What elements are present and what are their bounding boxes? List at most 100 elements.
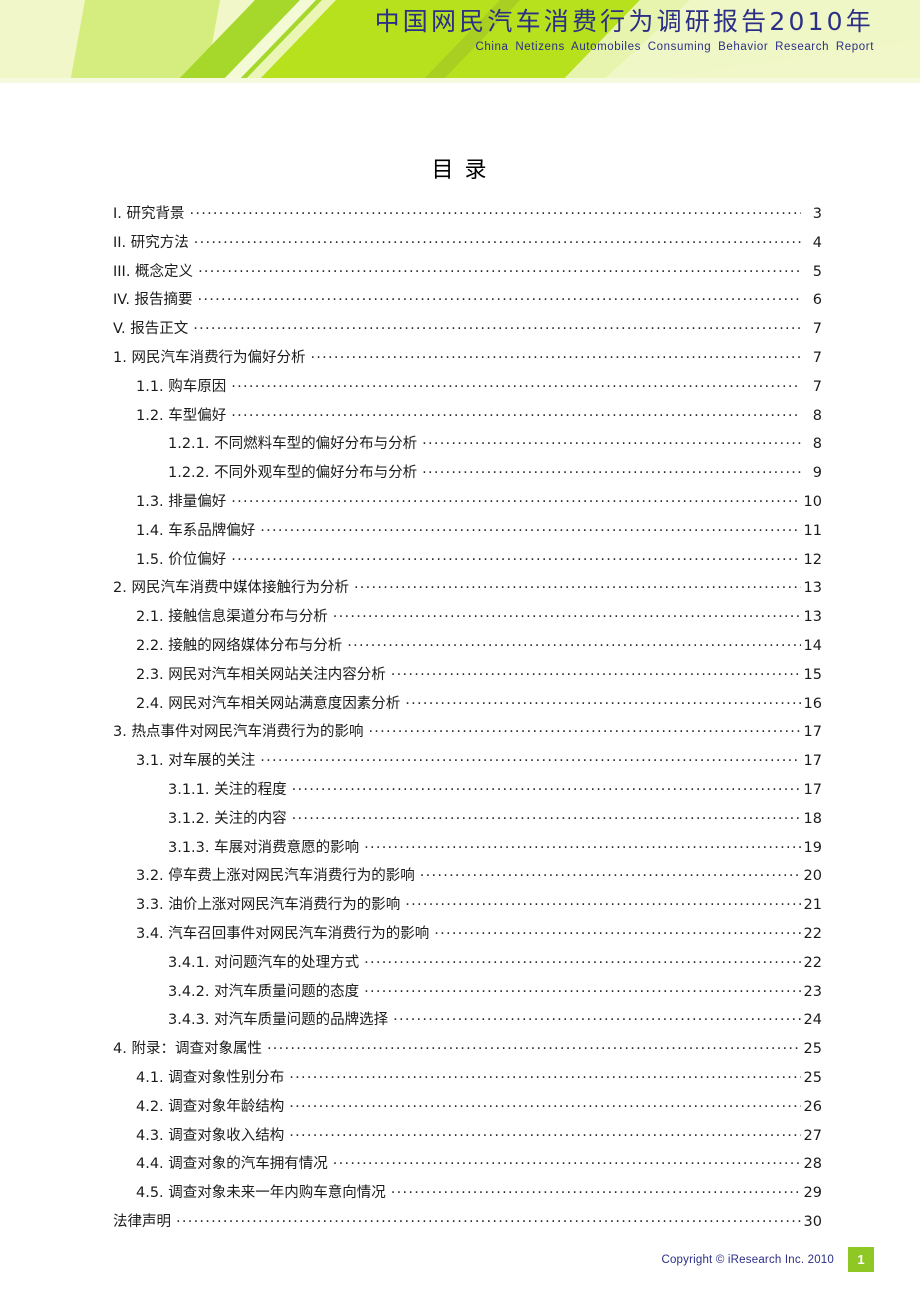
- toc-entry-page-number: 28: [803, 1156, 822, 1173]
- toc-entry[interactable]: III. 概念定义 5: [0, 260, 920, 289]
- toc-dot-leader: [176, 1211, 801, 1226]
- toc-entry-page-number: 24: [803, 1012, 822, 1029]
- toc-entry-page-number: 14: [803, 637, 822, 654]
- toc-entry[interactable]: 1. 网民汽车消费行为偏好分析 7: [0, 346, 920, 375]
- toc-entry-page-number: 25: [803, 1069, 822, 1086]
- toc-entry[interactable]: 1.1. 购车原因 7: [0, 375, 920, 404]
- toc-dot-leader: [289, 1096, 801, 1111]
- toc-dot-leader: [364, 837, 801, 852]
- toc-entry-label: 3.1. 对车展的关注: [136, 753, 256, 770]
- toc-entry-page-number: 5: [812, 263, 822, 280]
- toc-entry[interactable]: 2.2. 接触的网络媒体分布与分析 14: [0, 634, 920, 663]
- toc-entry-label: 2.1. 接触信息渠道分布与分析: [136, 609, 328, 626]
- toc-dot-leader: [194, 232, 801, 247]
- toc-entry[interactable]: 4.1. 调查对象性别分布 25: [0, 1066, 920, 1095]
- toc-entry-page-number: 13: [803, 609, 822, 626]
- toc-entry[interactable]: IV. 报告摘要 6: [0, 288, 920, 317]
- toc-entry[interactable]: 3. 热点事件对网民汽车消费行为的影响 17: [0, 720, 920, 749]
- toc-entry-page-number: 23: [803, 983, 822, 1000]
- toc-entry[interactable]: II. 研究方法 4: [0, 231, 920, 260]
- toc-entry[interactable]: 1.3. 排量偏好 10: [0, 490, 920, 519]
- toc-entry[interactable]: 3.4.3. 对汽车质量问题的品牌选择 24: [0, 1008, 920, 1037]
- toc-entry[interactable]: 3.1.1. 关注的程度 17: [0, 778, 920, 807]
- toc-entry[interactable]: 3.3. 油价上涨对网民汽车消费行为的影响 21: [0, 893, 920, 922]
- toc-entry-page-number: 15: [803, 666, 822, 683]
- table-of-contents: I. 研究背景 3 II. 研究方法 4 III. 概念定义 5 IV. 报告摘要 6 V. 报…: [0, 202, 920, 1239]
- toc-dot-leader: [198, 261, 801, 276]
- toc-entry-label: 3. 热点事件对网民汽车消费行为的影响: [113, 724, 364, 741]
- toc-entry-label: 3.2. 停车费上涨对网民汽车消费行为的影响: [136, 868, 415, 885]
- toc-entry[interactable]: 3.4.1. 对问题汽车的处理方式 22: [0, 951, 920, 980]
- toc-entry[interactable]: V. 报告正文 7: [0, 317, 920, 346]
- toc-entry-page-number: 16: [803, 695, 822, 712]
- report-title-chinese: 中国网民汽车消费行为调研报告2010年: [374, 7, 874, 36]
- toc-dot-leader: [231, 491, 801, 506]
- toc-entry[interactable]: 2.4. 网民对汽车相关网站满意度因素分析 16: [0, 692, 920, 721]
- page-title: 目 录: [431, 158, 489, 183]
- toc-entry-label: 4.5. 调查对象未来一年内购车意向情况: [136, 1185, 386, 1202]
- toc-entry-label: 3.3. 油价上涨对网民汽车消费行为的影响: [136, 897, 401, 914]
- page-number-badge: 1: [848, 1247, 874, 1272]
- toc-entry[interactable]: 1.5. 价位偏好 12: [0, 548, 920, 577]
- toc-entry[interactable]: 1.4. 车系品牌偏好 11: [0, 519, 920, 548]
- toc-entry-page-number: 10: [803, 493, 822, 510]
- toc-entry[interactable]: 3.4. 汽车召回事件对网民汽车消费行为的影响 22: [0, 922, 920, 951]
- toc-entry-page-number: 12: [803, 551, 822, 568]
- toc-entry-label: 3.4.1. 对问题汽车的处理方式: [168, 954, 360, 971]
- toc-entry[interactable]: 2.3. 网民对汽车相关网站关注内容分析 15: [0, 663, 920, 692]
- toc-entry[interactable]: 3.1.2. 关注的内容 18: [0, 807, 920, 836]
- toc-entry-page-number: 3: [812, 206, 822, 222]
- toc-entry[interactable]: 4.4. 调查对象的汽车拥有情况 28: [0, 1152, 920, 1181]
- toc-entry-page-number: 17: [803, 781, 822, 798]
- toc-entry-label: 1.2.1. 不同燃料车型的偏好分布与分析: [168, 436, 418, 453]
- toc-entry[interactable]: 3.1. 对车展的关注 17: [0, 749, 920, 778]
- toc-entry-label: 2.3. 网民对汽车相关网站关注内容分析: [136, 666, 386, 683]
- toc-entry[interactable]: I. 研究背景 3: [0, 202, 920, 231]
- toc-dot-leader: [333, 1154, 801, 1169]
- toc-entry[interactable]: 法律声明 30: [0, 1210, 920, 1239]
- toc-entry[interactable]: 3.1.3. 车展对消费意愿的影响 19: [0, 836, 920, 865]
- toc-entry[interactable]: 1.2. 车型偏好 8: [0, 404, 920, 433]
- toc-dot-leader: [364, 981, 801, 996]
- toc-dot-leader: [333, 607, 801, 622]
- toc-entry-label: 1. 网民汽车消费行为偏好分析: [113, 349, 306, 366]
- toc-entry[interactable]: 2. 网民汽车消费中媒体接触行为分析 13: [0, 576, 920, 605]
- toc-entry[interactable]: 1.2.2. 不同外观车型的偏好分布与分析 9: [0, 461, 920, 490]
- toc-entry-label: IV. 报告摘要: [113, 292, 193, 309]
- toc-entry-page-number: 4: [812, 234, 822, 251]
- toc-entry-label: 3.4. 汽车召回事件对网民汽车消费行为的影响: [136, 925, 430, 942]
- page-footer: Copyright © iResearch Inc. 2010 1: [661, 1247, 874, 1272]
- toc-entry-page-number: 9: [812, 465, 822, 482]
- page-header-band: 中国网民汽车消费行为调研报告2010年 China Netizens Autom…: [0, 0, 920, 83]
- toc-entry[interactable]: 2.1. 接触信息渠道分布与分析 13: [0, 605, 920, 634]
- toc-entry-page-number: 19: [803, 839, 822, 856]
- toc-entry-page-number: 7: [812, 378, 822, 395]
- toc-entry-label: 1.1. 购车原因: [136, 378, 227, 395]
- header-title-group: 中国网民汽车消费行为调研报告2010年 China Netizens Autom…: [375, 9, 874, 54]
- toc-dot-leader: [310, 347, 801, 362]
- toc-dot-leader: [267, 1039, 801, 1054]
- toc-entry-page-number: 18: [803, 810, 822, 827]
- toc-dot-leader: [434, 923, 801, 938]
- document-page: 中国网民汽车消费行为调研报告2010年 China Netizens Autom…: [0, 0, 920, 1301]
- toc-entry[interactable]: 4. 附录：调查对象属性 25: [0, 1037, 920, 1066]
- toc-entry-page-number: 11: [803, 522, 822, 539]
- toc-entry[interactable]: 1.2.1. 不同燃料车型的偏好分布与分析 8: [0, 432, 920, 461]
- toc-dot-leader: [391, 1183, 801, 1198]
- toc-entry-label: 2.2. 接触的网络媒体分布与分析: [136, 637, 343, 654]
- toc-entry[interactable]: 3.4.2. 对汽车质量问题的态度 23: [0, 980, 920, 1009]
- toc-dot-leader: [393, 1010, 801, 1025]
- toc-entry[interactable]: 4.2. 调查对象年龄结构 26: [0, 1095, 920, 1124]
- toc-entry-page-number: 20: [803, 868, 822, 885]
- toc-entry-page-number: 17: [803, 724, 822, 741]
- toc-entry[interactable]: 4.3. 调查对象收入结构 27: [0, 1124, 920, 1153]
- toc-entry-label: 1.5. 价位偏好: [136, 551, 227, 568]
- toc-dot-leader: [292, 808, 801, 823]
- toc-dot-leader: [422, 434, 801, 449]
- copyright-notice: Copyright © iResearch Inc. 2010: [661, 1253, 834, 1266]
- toc-dot-leader: [231, 405, 801, 420]
- toc-entry-label: V. 报告正文: [113, 321, 189, 338]
- toc-entry[interactable]: 4.5. 调查对象未来一年内购车意向情况 29: [0, 1181, 920, 1210]
- toc-dot-leader: [231, 549, 801, 564]
- toc-entry[interactable]: 3.2. 停车费上涨对网民汽车消费行为的影响 20: [0, 864, 920, 893]
